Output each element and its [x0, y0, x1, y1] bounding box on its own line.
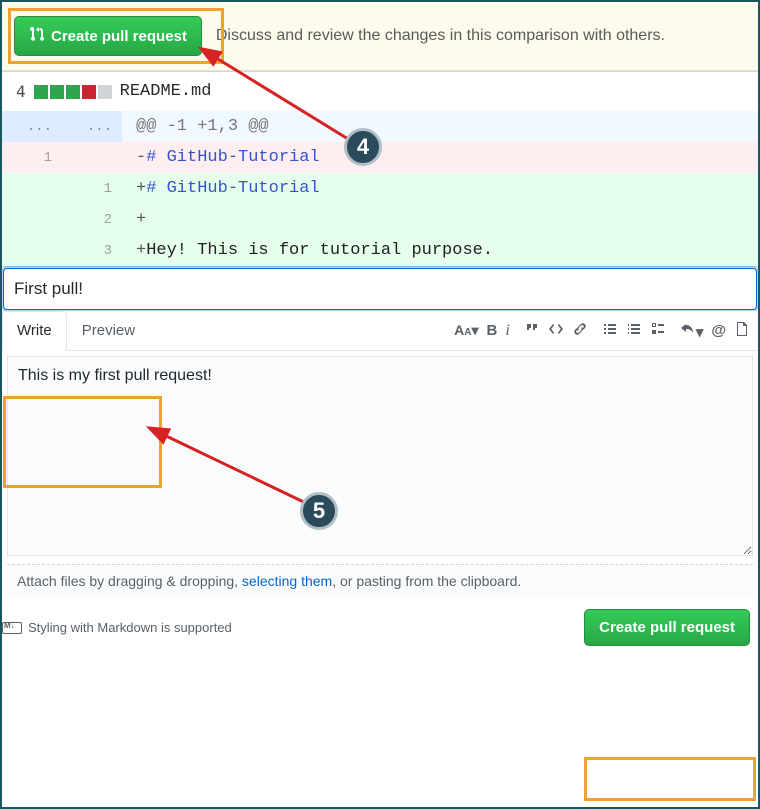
italic-icon[interactable]: i [505, 322, 509, 340]
link-icon[interactable] [572, 321, 588, 341]
diff-table: ... ... @@ -1 +1,3 @@ 1-# GitHub-Tutoria… [2, 111, 758, 266]
reference-icon[interactable] [734, 321, 750, 341]
pr-title-input[interactable] [3, 268, 757, 310]
file-header: 4 README.md [2, 72, 758, 111]
gutter-new: ... [62, 111, 122, 142]
diff-square [34, 85, 48, 99]
gutter-old [2, 173, 62, 204]
banner-hint: Discuss and review the changes in this c… [216, 27, 665, 45]
heading-icon[interactable]: AA▾ [454, 322, 478, 339]
diff-count: 4 [16, 82, 26, 101]
gutter-new: 2 [62, 204, 122, 235]
gutter-old: ... [2, 111, 62, 142]
reply-icon[interactable]: ▾ [680, 321, 704, 341]
create-pr-button-top[interactable]: Create pull request [14, 16, 202, 56]
diff-section: 4 README.md ... ... @@ -1 +1,3 @@ 1-# Gi… [2, 71, 758, 266]
diff-square [82, 85, 96, 99]
file-name: README.md [120, 82, 212, 101]
step-badge-5: 5 [300, 492, 338, 530]
mention-icon[interactable]: @ [711, 322, 726, 339]
create-pr-label: Create pull request [51, 28, 187, 45]
quote-icon[interactable] [524, 321, 540, 341]
tasklist-icon[interactable] [650, 321, 666, 341]
markdown-icon [2, 622, 22, 634]
gutter-new [62, 142, 122, 173]
editor-tabs: Write Preview [2, 311, 150, 350]
pr-title-row [2, 266, 758, 310]
hunk-header: @@ -1 +1,3 @@ [122, 111, 758, 142]
step-badge-4: 4 [344, 128, 382, 166]
gutter-old [2, 235, 62, 266]
submit-label: Create pull request [599, 619, 735, 636]
annotation-highlight-submit [584, 757, 756, 801]
markdown-hint-text: Styling with Markdown is supported [28, 620, 232, 635]
diff-square [50, 85, 64, 99]
ol-icon[interactable] [626, 321, 642, 341]
editor-toolbar: AA▾ B i ▾ @ [454, 321, 750, 341]
bold-icon[interactable]: B [487, 322, 498, 339]
code-icon[interactable] [548, 321, 564, 341]
form-footer: Styling with Markdown is supported Creat… [2, 597, 758, 658]
gutter-old [2, 204, 62, 235]
compare-banner: Create pull request Discuss and review t… [2, 2, 758, 71]
create-pr-button-bottom[interactable]: Create pull request [584, 609, 750, 646]
diff-code: -# GitHub-Tutorial [122, 142, 758, 173]
attach-hint-post: , or pasting from the clipboard. [332, 573, 521, 589]
tab-write[interactable]: Write [2, 311, 67, 351]
pr-body-textarea[interactable] [7, 356, 753, 556]
attach-hint: Attach files by dragging & dropping, sel… [7, 564, 753, 597]
hunk-header-row: ... ... @@ -1 +1,3 @@ [2, 111, 758, 142]
diff-code: +Hey! This is for tutorial purpose. [122, 235, 758, 266]
attach-select-link[interactable]: selecting them [242, 573, 332, 589]
ul-icon[interactable] [602, 321, 618, 341]
diff-square [66, 85, 80, 99]
diff-square [98, 85, 112, 99]
diff-row: 2+ [2, 204, 758, 235]
tab-preview[interactable]: Preview [67, 311, 150, 350]
markdown-hint[interactable]: Styling with Markdown is supported [2, 620, 232, 635]
editor-tabbar: Write Preview AA▾ B i ▾ @ [2, 311, 758, 351]
diff-row: 3+Hey! This is for tutorial purpose. [2, 235, 758, 266]
compare-icon [29, 26, 45, 46]
gutter-new: 3 [62, 235, 122, 266]
diff-code: +# GitHub-Tutorial [122, 173, 758, 204]
diff-stat-squares [34, 85, 112, 99]
diff-row: 1+# GitHub-Tutorial [2, 173, 758, 204]
attach-hint-pre: Attach files by dragging & dropping, [17, 573, 242, 589]
gutter-old: 1 [2, 142, 62, 173]
gutter-new: 1 [62, 173, 122, 204]
diff-code: + [122, 204, 758, 235]
